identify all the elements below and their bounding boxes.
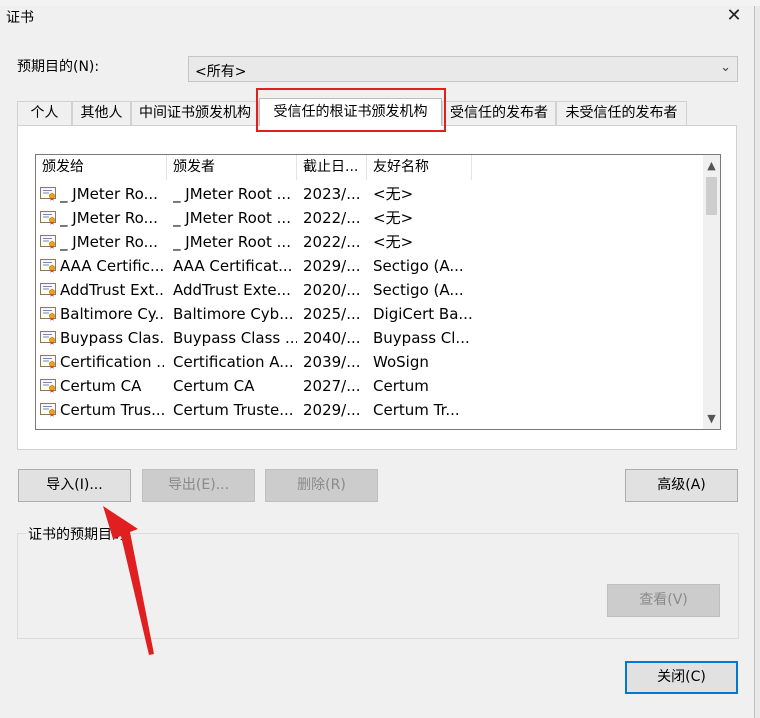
annotation-arrow [103, 506, 154, 655]
annotation-arrow-shape [103, 506, 154, 655]
